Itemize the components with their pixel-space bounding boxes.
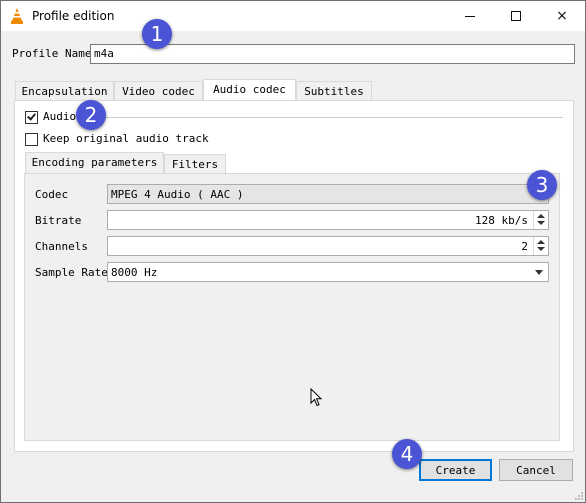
title-bar[interactable]: Profile edition ×	[1, 1, 585, 31]
create-button[interactable]: Create	[419, 459, 492, 481]
mouse-pointer-icon	[310, 388, 323, 407]
annotation-badge-2: 2	[76, 100, 106, 130]
audio-checkbox[interactable]	[25, 111, 38, 124]
maximize-button[interactable]	[493, 1, 539, 31]
tab-audio-codec[interactable]: Audio codec	[203, 79, 296, 100]
sample-rate-select[interactable]: 8000 Hz	[107, 262, 549, 282]
tab-encapsulation[interactable]: Encapsulation	[15, 81, 114, 100]
cancel-button[interactable]: Cancel	[499, 459, 573, 481]
sample-rate-label: Sample Rate	[35, 266, 108, 279]
audio-codec-panel: Audio Keep original audio track Encoding…	[14, 100, 574, 452]
maximize-icon	[511, 11, 521, 21]
profile-edition-window: Profile edition × Profile Name m4a Encap…	[0, 0, 586, 503]
close-button[interactable]: ×	[539, 1, 585, 31]
tab-filters[interactable]: Filters	[164, 154, 226, 173]
minimize-button[interactable]	[447, 1, 493, 31]
chevron-down-icon[interactable]	[535, 270, 543, 275]
audio-checkbox-label[interactable]: Audio	[43, 110, 76, 123]
spin-down-icon[interactable]	[537, 221, 545, 225]
keep-original-audio-checkbox[interactable]	[25, 133, 38, 146]
bitrate-label: Bitrate	[35, 214, 82, 227]
spin-down-icon[interactable]	[537, 247, 545, 251]
keep-original-audio-label[interactable]: Keep original audio track	[43, 132, 209, 145]
channels-spinner[interactable]	[533, 237, 548, 255]
bitrate-spinbox[interactable]: 128 kb/s	[107, 210, 549, 230]
codec-label: Codec	[35, 188, 69, 201]
checkmark-icon	[27, 111, 36, 121]
annotation-badge-3: 3	[527, 170, 557, 200]
minimize-icon	[465, 15, 475, 17]
audio-group-divider	[83, 117, 563, 118]
tab-encoding-parameters[interactable]: Encoding parameters	[25, 152, 164, 173]
vlc-cone-icon	[11, 8, 23, 24]
spin-up-icon[interactable]	[537, 214, 545, 218]
resize-grip-icon[interactable]	[574, 491, 584, 501]
channels-spinbox[interactable]: 2	[107, 236, 549, 256]
bitrate-value: 128 kb/s	[475, 214, 528, 227]
sample-rate-value: 8000 Hz	[111, 266, 158, 279]
tab-subtitles[interactable]: Subtitles	[296, 81, 372, 100]
codec-value: MPEG 4 Audio ( AAC )	[111, 188, 244, 201]
bitrate-spinner[interactable]	[533, 211, 548, 229]
annotation-badge-4: 4	[392, 439, 422, 469]
annotation-badge-1: 1	[142, 19, 172, 49]
tab-video-codec[interactable]: Video codec	[114, 81, 203, 100]
profile-name-label: Profile Name	[12, 47, 92, 60]
channels-label: Channels	[35, 240, 88, 253]
close-icon: ×	[556, 8, 568, 24]
window-title: Profile edition	[32, 9, 115, 23]
spin-up-icon[interactable]	[537, 240, 545, 244]
encoding-parameters-panel: Codec MPEG 4 Audio ( AAC ) Bitrate 128 k…	[24, 173, 560, 441]
codec-select[interactable]: MPEG 4 Audio ( AAC )	[107, 184, 549, 204]
channels-value: 2	[521, 240, 528, 253]
